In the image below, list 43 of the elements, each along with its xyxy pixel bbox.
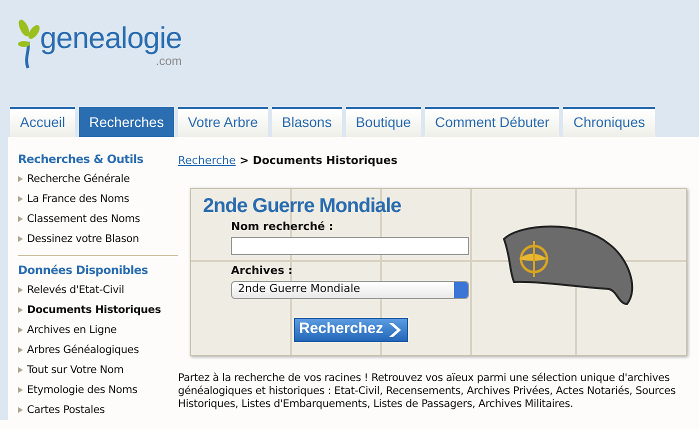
nav-tab[interactable]: Chroniques [563, 107, 655, 137]
search-button[interactable]: Recherchez [294, 318, 408, 342]
nav-tab[interactable]: Comment Débuter [424, 107, 560, 137]
sidebar-link[interactable]: Relevés d'Etat-Civil [27, 280, 124, 300]
breadcrumb-separator: > [240, 154, 249, 167]
bullet-icon [18, 306, 23, 313]
nav-tab[interactable]: Votre Arbre [178, 107, 268, 137]
bullet-icon [18, 326, 23, 333]
archives-label: Archives : [231, 262, 292, 278]
sidebar-link[interactable]: Etymologie des Noms [27, 380, 138, 400]
sidebar-link[interactable]: Recherche Générale [27, 168, 130, 189]
bullet-icon [18, 286, 23, 293]
bullet-icon [18, 386, 23, 393]
archives-select[interactable]: 2nde Guerre Mondiale [231, 280, 469, 298]
sidebar-link[interactable]: Dessinez votre Blason [27, 228, 139, 249]
name-input-field[interactable] [231, 236, 469, 254]
sidebar-link[interactable]: Cartes Postales [27, 400, 105, 420]
sidebar-link[interactable]: Classement des Noms [27, 208, 140, 229]
sidebar-link[interactable]: La France des Noms [27, 188, 130, 209]
nav-tab[interactable]: Accueil [10, 107, 76, 137]
nav-tab[interactable]: Blasons [272, 107, 342, 137]
sidebar-link[interactable]: Archives en Ligne [27, 320, 117, 340]
bullet-icon [18, 406, 23, 413]
nav-tab[interactable]: Recherches [79, 107, 174, 137]
sidebar-link[interactable]: Arbres Généalogiques [27, 340, 139, 360]
bullet-icon [18, 346, 23, 353]
bullet-icon [18, 366, 23, 373]
sidebar-heading: Recherches & Outils [18, 153, 144, 167]
bullet-icon [18, 216, 23, 222]
sprout-logo-icon [18, 18, 40, 70]
breadcrumb-current: Documents Historiques [252, 154, 398, 167]
sidebar-heading: Données Disponibles [18, 264, 149, 278]
name-label: Nom recherché : [231, 218, 334, 234]
bullet-icon [18, 176, 23, 182]
sidebar-link[interactable]: Documents Historiques [27, 300, 161, 320]
form-title: 2nde Guerre Mondiale [203, 194, 402, 218]
sidebar-link[interactable]: Tout sur Votre Nom [27, 360, 124, 380]
nav-tab[interactable]: Boutique [346, 107, 421, 137]
description-paragraph: Partez à la recherche de vos racines ! Retrouvez vos aïeux parmi une sélection unique d'archives généalogiques et historiques : Etat-Civil, Recensements, Archives Privées, Actes Notariés, Sources Historiques, Listes d'Embarquements, Listes de Passagers, Archives Militaires. [178, 372, 677, 410]
logo-text[interactable]: genealogie [40, 22, 182, 55]
bullet-icon [18, 196, 23, 202]
breadcrumb-link[interactable]: Recherche [178, 154, 236, 167]
bullet-icon [18, 236, 23, 242]
